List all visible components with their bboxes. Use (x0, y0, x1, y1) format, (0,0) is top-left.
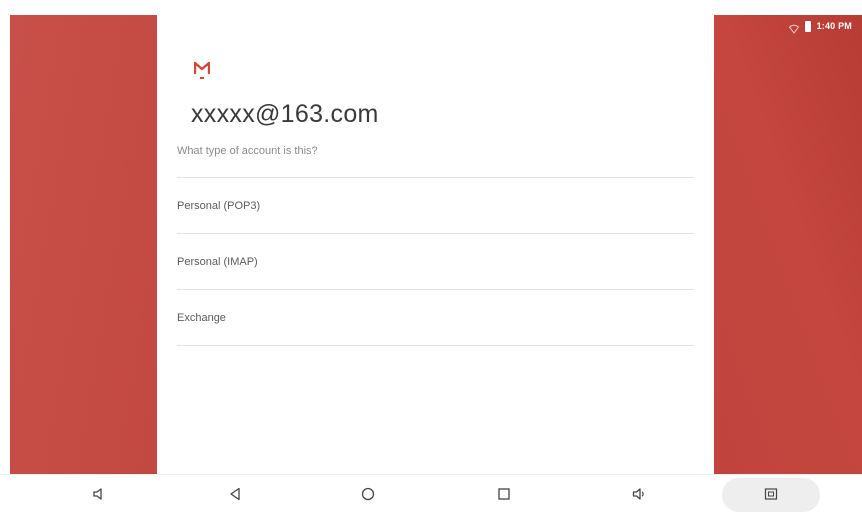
home-button[interactable] (343, 475, 393, 512)
recents-button[interactable] (479, 475, 529, 512)
back-icon (228, 487, 242, 501)
home-icon (361, 487, 375, 501)
battery-icon (804, 20, 811, 32)
volume-up-button[interactable] (614, 475, 664, 512)
screenshot-button[interactable] (746, 475, 796, 512)
back-button[interactable] (210, 475, 260, 512)
account-type-screen: xxxxx@163.com What type of account is th… (157, 15, 714, 474)
navigation-bar (0, 474, 862, 512)
gmail-logo-icon (193, 61, 211, 83)
account-type-question: What type of account is this? (177, 145, 318, 157)
status-bar: 1:40 PM (714, 15, 862, 37)
volume-down-icon (92, 487, 106, 501)
option-personal-imap[interactable]: Personal (IMAP) (177, 234, 694, 290)
screenshot-icon (764, 487, 778, 501)
status-time: 1:40 PM (816, 21, 852, 31)
option-personal-pop3[interactable]: Personal (POP3) (177, 178, 694, 234)
top-strip (0, 0, 862, 15)
screen: 1:40 PM xxxxx@163.com What type of accou… (0, 0, 862, 512)
right-red-panel (714, 15, 862, 474)
left-red-panel (10, 15, 157, 474)
wifi-icon (788, 21, 799, 34)
volume-down-button[interactable] (74, 475, 124, 512)
option-exchange[interactable]: Exchange (177, 290, 694, 346)
volume-up-icon (632, 487, 646, 501)
account-email: xxxxx@163.com (191, 100, 379, 128)
account-type-options: Personal (POP3) Personal (IMAP) Exchange (177, 177, 694, 346)
recents-icon (497, 487, 511, 501)
